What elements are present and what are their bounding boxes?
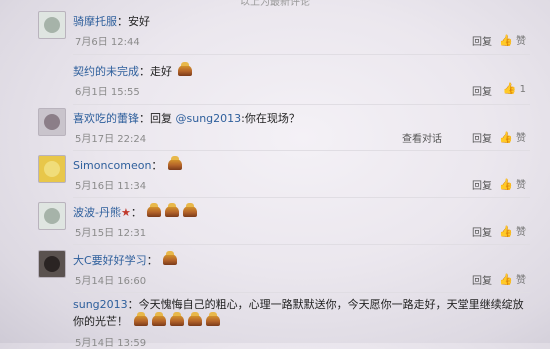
- candle-emoji-icon: [163, 251, 178, 265]
- comment-line: 大C要好好学习：: [73, 251, 179, 268]
- candle-emoji-icon: [177, 62, 192, 76]
- comment-text: 回复: [150, 112, 172, 125]
- like-label: 赞: [516, 180, 526, 191]
- comment-date: 5月15日 12:31: [75, 228, 147, 239]
- comment-item: 波波-丹熊★： 5月15日 12:31 回复 👍 赞: [0, 202, 550, 248]
- candle-emoji-icon: [169, 312, 184, 326]
- like-label: 赞: [516, 36, 526, 47]
- comment-date: 5月14日 16:60: [75, 276, 147, 287]
- comment-item: 喜欢吃的蕾锋：回复 @sung2013:你在现场？ 5月17日 22:24 查看…: [0, 108, 550, 154]
- comment-line: sung2013：今天愧悔自己的粗心，心理一路默默送你，今天愿你一路走好，天堂里…: [73, 298, 524, 328]
- candle-emoji-icon: [151, 312, 166, 326]
- thumbs-up-icon: 👍: [499, 34, 513, 47]
- comment-text: 安好: [128, 15, 150, 28]
- avatar[interactable]: [38, 155, 66, 183]
- like-button[interactable]: 👍 赞: [499, 223, 526, 238]
- like-label: 赞: [516, 133, 526, 144]
- like-label: 赞: [516, 227, 526, 238]
- reply-button[interactable]: 回复: [472, 130, 492, 145]
- comment-item: 大C要好好学习： 5月14日 16:60 回复 👍 赞: [0, 250, 550, 296]
- comment-line: 契约的未完成：走好: [73, 62, 194, 79]
- reply-button[interactable]: 回复: [472, 224, 492, 239]
- star-icon: ★: [120, 206, 131, 219]
- avatar[interactable]: [38, 250, 66, 278]
- comment-user[interactable]: 骑摩托服: [73, 15, 117, 28]
- divider: [73, 104, 530, 105]
- comment-text: 走好: [150, 65, 172, 78]
- candle-emoji-icon: [167, 156, 182, 170]
- comment-user[interactable]: sung2013: [73, 298, 128, 311]
- comment-line: Simoncomeon：: [73, 156, 184, 173]
- divider: [73, 197, 530, 198]
- comment-line: 骑摩托服：安好: [73, 15, 150, 28]
- avatar[interactable]: [38, 11, 66, 39]
- divider: [73, 244, 530, 245]
- candle-emoji-icon: [165, 203, 180, 217]
- comment-date: 5月17日 22:24: [75, 134, 147, 145]
- thumbs-up-icon: 👍: [499, 131, 513, 144]
- comment-line: 波波-丹熊★：: [73, 203, 199, 220]
- reply-button[interactable]: 回复: [472, 272, 492, 287]
- candle-emoji-icon: [147, 203, 162, 217]
- avatar[interactable]: [38, 108, 66, 136]
- comment-item: 契约的未完成：走好 6月1日 15:55 回复 👍 1: [0, 61, 550, 107]
- comment-date: 6月1日 15:55: [75, 87, 140, 98]
- candle-emoji-icon: [205, 312, 220, 326]
- like-label: 赞: [516, 275, 526, 286]
- comment-user[interactable]: 波波-丹熊: [73, 206, 121, 219]
- like-button[interactable]: 👍 1: [503, 82, 526, 95]
- divider: [73, 54, 530, 55]
- avatar[interactable]: [38, 61, 66, 89]
- comment-user[interactable]: 大C要好好学习: [73, 254, 147, 267]
- candle-emoji-icon: [187, 312, 202, 326]
- comment-item: sung2013：今天愧悔自己的粗心，心理一路默默送你，今天愿你一路走好，天堂里…: [0, 296, 550, 349]
- like-button[interactable]: 👍 赞: [499, 271, 526, 286]
- comment-line: 喜欢吃的蕾锋：回复 @sung2013:你在现场？: [73, 112, 300, 125]
- like-button[interactable]: 👍 赞: [499, 32, 526, 47]
- comment-date: 5月14日 13:59: [75, 338, 147, 349]
- comment-user[interactable]: 喜欢吃的蕾锋: [73, 112, 139, 125]
- view-conversation-link[interactable]: 查看对话: [402, 130, 442, 145]
- candle-emoji-icon: [183, 203, 198, 217]
- thumbs-up-icon: 👍: [499, 178, 513, 191]
- comment-user[interactable]: Simoncomeon: [73, 159, 151, 172]
- reply-button[interactable]: 回复: [472, 83, 492, 98]
- divider: [73, 292, 530, 293]
- like-button[interactable]: 👍 赞: [499, 176, 526, 191]
- avatar[interactable]: [38, 202, 66, 230]
- thumbs-up-icon: 👍: [502, 82, 517, 95]
- like-count: 1: [519, 84, 526, 95]
- thumbs-up-icon: 👍: [499, 273, 513, 286]
- comment-item: Simoncomeon： 5月16日 11:34 回复 👍 赞: [0, 155, 550, 201]
- thumbs-up-icon: 👍: [499, 225, 513, 238]
- comment-date: 7月6日 12:44: [75, 37, 140, 48]
- comment-user[interactable]: 契约的未完成: [73, 65, 139, 78]
- candle-emoji-icon: [133, 312, 148, 326]
- comment-date: 5月16日 11:34: [75, 181, 147, 192]
- divider: [73, 150, 530, 151]
- comment-text-rest: :你在现场？: [241, 112, 300, 125]
- like-button[interactable]: 👍 赞: [499, 129, 526, 144]
- mention-link[interactable]: @sung2013: [176, 112, 242, 125]
- comments-header: 以上为最新评论: [240, 0, 310, 8]
- reply-button[interactable]: 回复: [472, 33, 492, 48]
- reply-button[interactable]: 回复: [472, 177, 492, 192]
- comment-item: 骑摩托服：安好 7月6日 12:44 回复 👍 赞: [0, 11, 550, 57]
